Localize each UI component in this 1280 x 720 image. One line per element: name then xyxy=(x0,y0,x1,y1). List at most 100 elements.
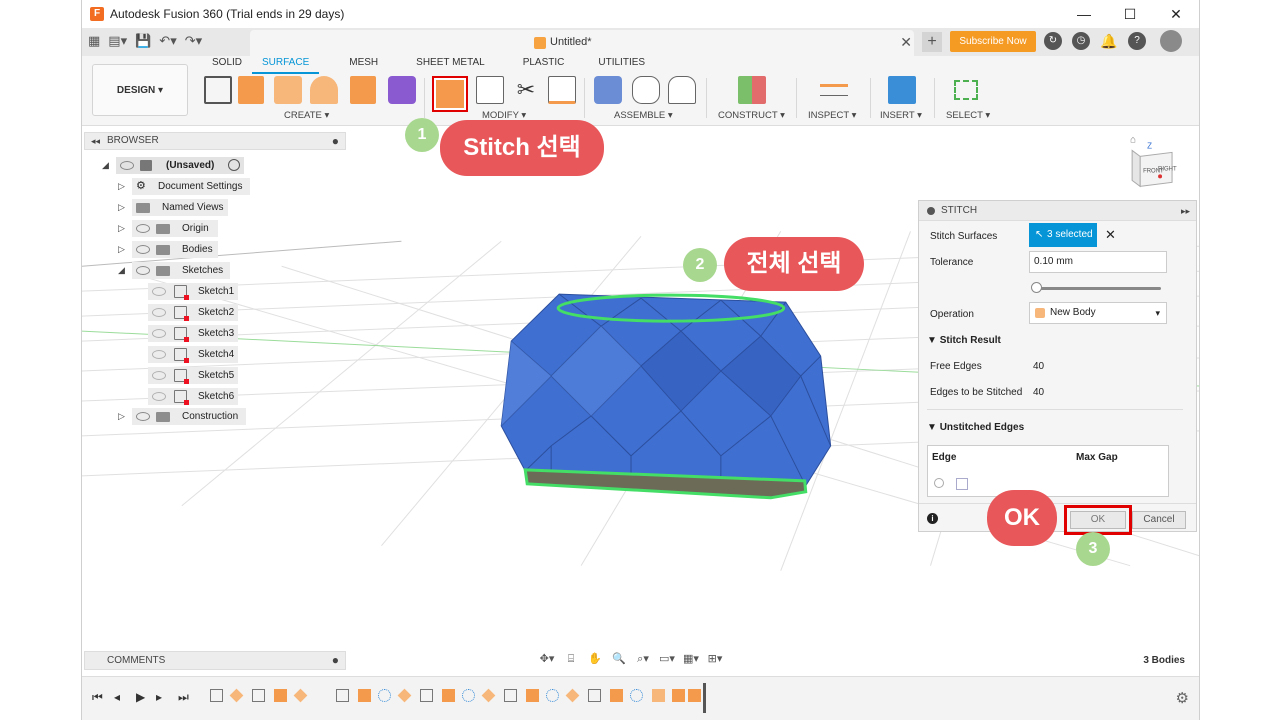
timeline-pattern-icon[interactable] xyxy=(378,689,391,702)
user-avatar[interactable] xyxy=(1160,30,1182,52)
look-at-icon[interactable]: ⌸ xyxy=(562,650,580,668)
tolerance-input[interactable]: 0.10 mm xyxy=(1029,251,1167,273)
select-edge-icon[interactable] xyxy=(956,478,968,490)
step-back-icon[interactable]: ◂ xyxy=(114,690,120,704)
go-to-end-icon[interactable]: ⏭ xyxy=(178,690,189,705)
subscribe-button[interactable]: Subscribe Now xyxy=(950,31,1036,52)
orbit-icon[interactable]: ✥▾ xyxy=(538,650,556,668)
select-group-label[interactable]: SELECT ▾ xyxy=(946,110,990,121)
sketch-item[interactable]: Sketch1 xyxy=(148,283,238,300)
sketch-item[interactable]: Sketch4 xyxy=(148,346,238,363)
browser-item-document-settings[interactable]: ⚙ Document Settings xyxy=(132,178,250,195)
unstitched-edges-section[interactable]: ▼ Unstitched Edges xyxy=(927,422,1024,433)
timeline-loft-icon[interactable] xyxy=(229,688,244,703)
timeline-extrude-icon[interactable] xyxy=(688,689,701,702)
tolerance-slider-handle[interactable] xyxy=(1031,282,1042,293)
sketch-item[interactable]: Sketch5 xyxy=(148,367,238,384)
visibility-eye-icon[interactable] xyxy=(136,412,150,421)
insert-group-label[interactable]: INSERT ▾ xyxy=(880,110,922,121)
browser-item-named-views[interactable]: Named Views xyxy=(132,199,228,216)
grid-settings-icon[interactable]: ▦▾ xyxy=(682,650,700,668)
notification-bell-icon[interactable]: 🔔 xyxy=(1100,32,1118,50)
file-menu-icon[interactable]: ▤▾ xyxy=(108,33,127,49)
visibility-eye-icon[interactable] xyxy=(136,245,150,254)
timeline-stitch-icon[interactable] xyxy=(652,689,665,702)
timeline-marker[interactable] xyxy=(703,683,706,713)
assemble-group-label[interactable]: ASSEMBLE ▾ xyxy=(614,110,673,121)
save-icon[interactable]: 💾 xyxy=(135,33,151,49)
ok-button[interactable]: OK xyxy=(1064,505,1132,535)
timeline-pattern-icon[interactable] xyxy=(546,689,559,702)
new-component-icon[interactable] xyxy=(594,76,622,104)
browser-item-sketches[interactable]: Sketches xyxy=(132,262,230,279)
browser-item-bodies[interactable]: Bodies xyxy=(132,241,218,258)
add-comment-icon[interactable]: ● xyxy=(332,652,339,669)
grid-apps-icon[interactable]: ▦ xyxy=(88,33,100,49)
close-window-button[interactable]: ✕ xyxy=(1153,0,1199,28)
go-to-start-icon[interactable]: ⏮ xyxy=(92,690,103,705)
loft-icon[interactable] xyxy=(310,76,338,104)
zoom-icon[interactable]: 🔍 xyxy=(610,650,628,668)
timeline-pattern-icon[interactable] xyxy=(462,689,475,702)
visibility-eye-icon[interactable] xyxy=(120,161,134,170)
timeline-sketch-icon[interactable] xyxy=(588,689,601,702)
unstitch-icon[interactable] xyxy=(476,76,504,104)
clear-selection-icon[interactable]: ✕ xyxy=(1105,227,1116,243)
hidden-eye-icon[interactable] xyxy=(152,371,166,380)
timeline-extrude-icon[interactable] xyxy=(610,689,623,702)
timeline-extrude-icon[interactable] xyxy=(442,689,455,702)
activate-radio-icon[interactable] xyxy=(228,159,240,171)
timeline-sketch-icon[interactable] xyxy=(336,689,349,702)
collapse-arrow-icon[interactable]: ◢ xyxy=(118,265,125,276)
tolerance-slider-track[interactable] xyxy=(1033,287,1161,290)
tab-plastic[interactable]: PLASTIC xyxy=(513,56,575,74)
pan-hand-icon[interactable]: ✋ xyxy=(586,650,604,668)
browser-item-construction[interactable]: Construction xyxy=(132,408,246,425)
close-tab-icon[interactable]: ✕ xyxy=(900,34,912,51)
timeline-sketch-icon[interactable] xyxy=(420,689,433,702)
expand-root-icon[interactable]: ◢ xyxy=(102,160,109,171)
hidden-eye-icon[interactable] xyxy=(152,287,166,296)
create-form-icon[interactable] xyxy=(388,76,416,104)
expand-arrow-icon[interactable]: ▷ xyxy=(118,411,125,422)
joint-icon[interactable] xyxy=(632,76,660,104)
browser-panel-header[interactable]: ◂◂ BROWSER ● xyxy=(84,132,346,150)
insert-image-icon[interactable] xyxy=(888,76,916,104)
patch-icon[interactable] xyxy=(274,76,302,104)
hidden-eye-icon[interactable] xyxy=(152,308,166,317)
undo-icon[interactable]: ↶▾ xyxy=(159,33,176,49)
help-icon[interactable]: ? xyxy=(1128,32,1146,50)
timeline-settings-gear-icon[interactable]: ⚙ xyxy=(1176,689,1189,707)
minimize-button[interactable]: — xyxy=(1061,0,1107,28)
extensions-icon[interactable]: ↻ xyxy=(1044,32,1062,50)
hidden-eye-icon[interactable] xyxy=(152,329,166,338)
expand-arrow-icon[interactable]: ▷ xyxy=(118,202,125,213)
stitch-surfaces-selection-button[interactable]: 3 selected xyxy=(1029,223,1097,247)
extrude-surface-icon[interactable] xyxy=(238,76,264,104)
visibility-eye-icon[interactable] xyxy=(136,266,150,275)
new-tab-button[interactable]: + xyxy=(922,32,942,52)
comments-panel[interactable]: COMMENTS ● xyxy=(84,651,346,670)
offset-surface-icon[interactable] xyxy=(350,76,376,104)
measure-icon[interactable] xyxy=(820,84,848,96)
operation-dropdown[interactable]: New Body xyxy=(1029,302,1167,324)
document-tab[interactable]: Untitled* ✕ xyxy=(250,30,914,56)
cancel-button[interactable]: Cancel xyxy=(1132,511,1186,529)
timeline-extrude-icon[interactable] xyxy=(672,689,685,702)
tab-surface[interactable]: SURFACE xyxy=(252,56,320,74)
expand-arrow-icon[interactable]: ▷ xyxy=(118,223,125,234)
timeline-extrude-icon[interactable] xyxy=(358,689,371,702)
tab-mesh[interactable]: MESH xyxy=(339,56,388,74)
create-group-label[interactable]: CREATE ▾ xyxy=(284,110,329,121)
hidden-eye-icon[interactable] xyxy=(152,392,166,401)
browser-item-origin[interactable]: Origin xyxy=(132,220,218,237)
sketch-item[interactable]: Sketch6 xyxy=(148,388,238,405)
offset-plane-icon[interactable] xyxy=(738,76,766,104)
timeline-feature-icon[interactable] xyxy=(397,688,412,703)
select-window-icon[interactable] xyxy=(954,80,978,100)
browser-minimize-icon[interactable]: ● xyxy=(332,133,339,149)
job-status-icon[interactable]: ◷ xyxy=(1072,32,1090,50)
timeline-sketch-icon[interactable] xyxy=(252,689,265,702)
viewports-icon[interactable]: ⊞▾ xyxy=(706,650,724,668)
timeline-extrude-icon[interactable] xyxy=(274,689,287,702)
